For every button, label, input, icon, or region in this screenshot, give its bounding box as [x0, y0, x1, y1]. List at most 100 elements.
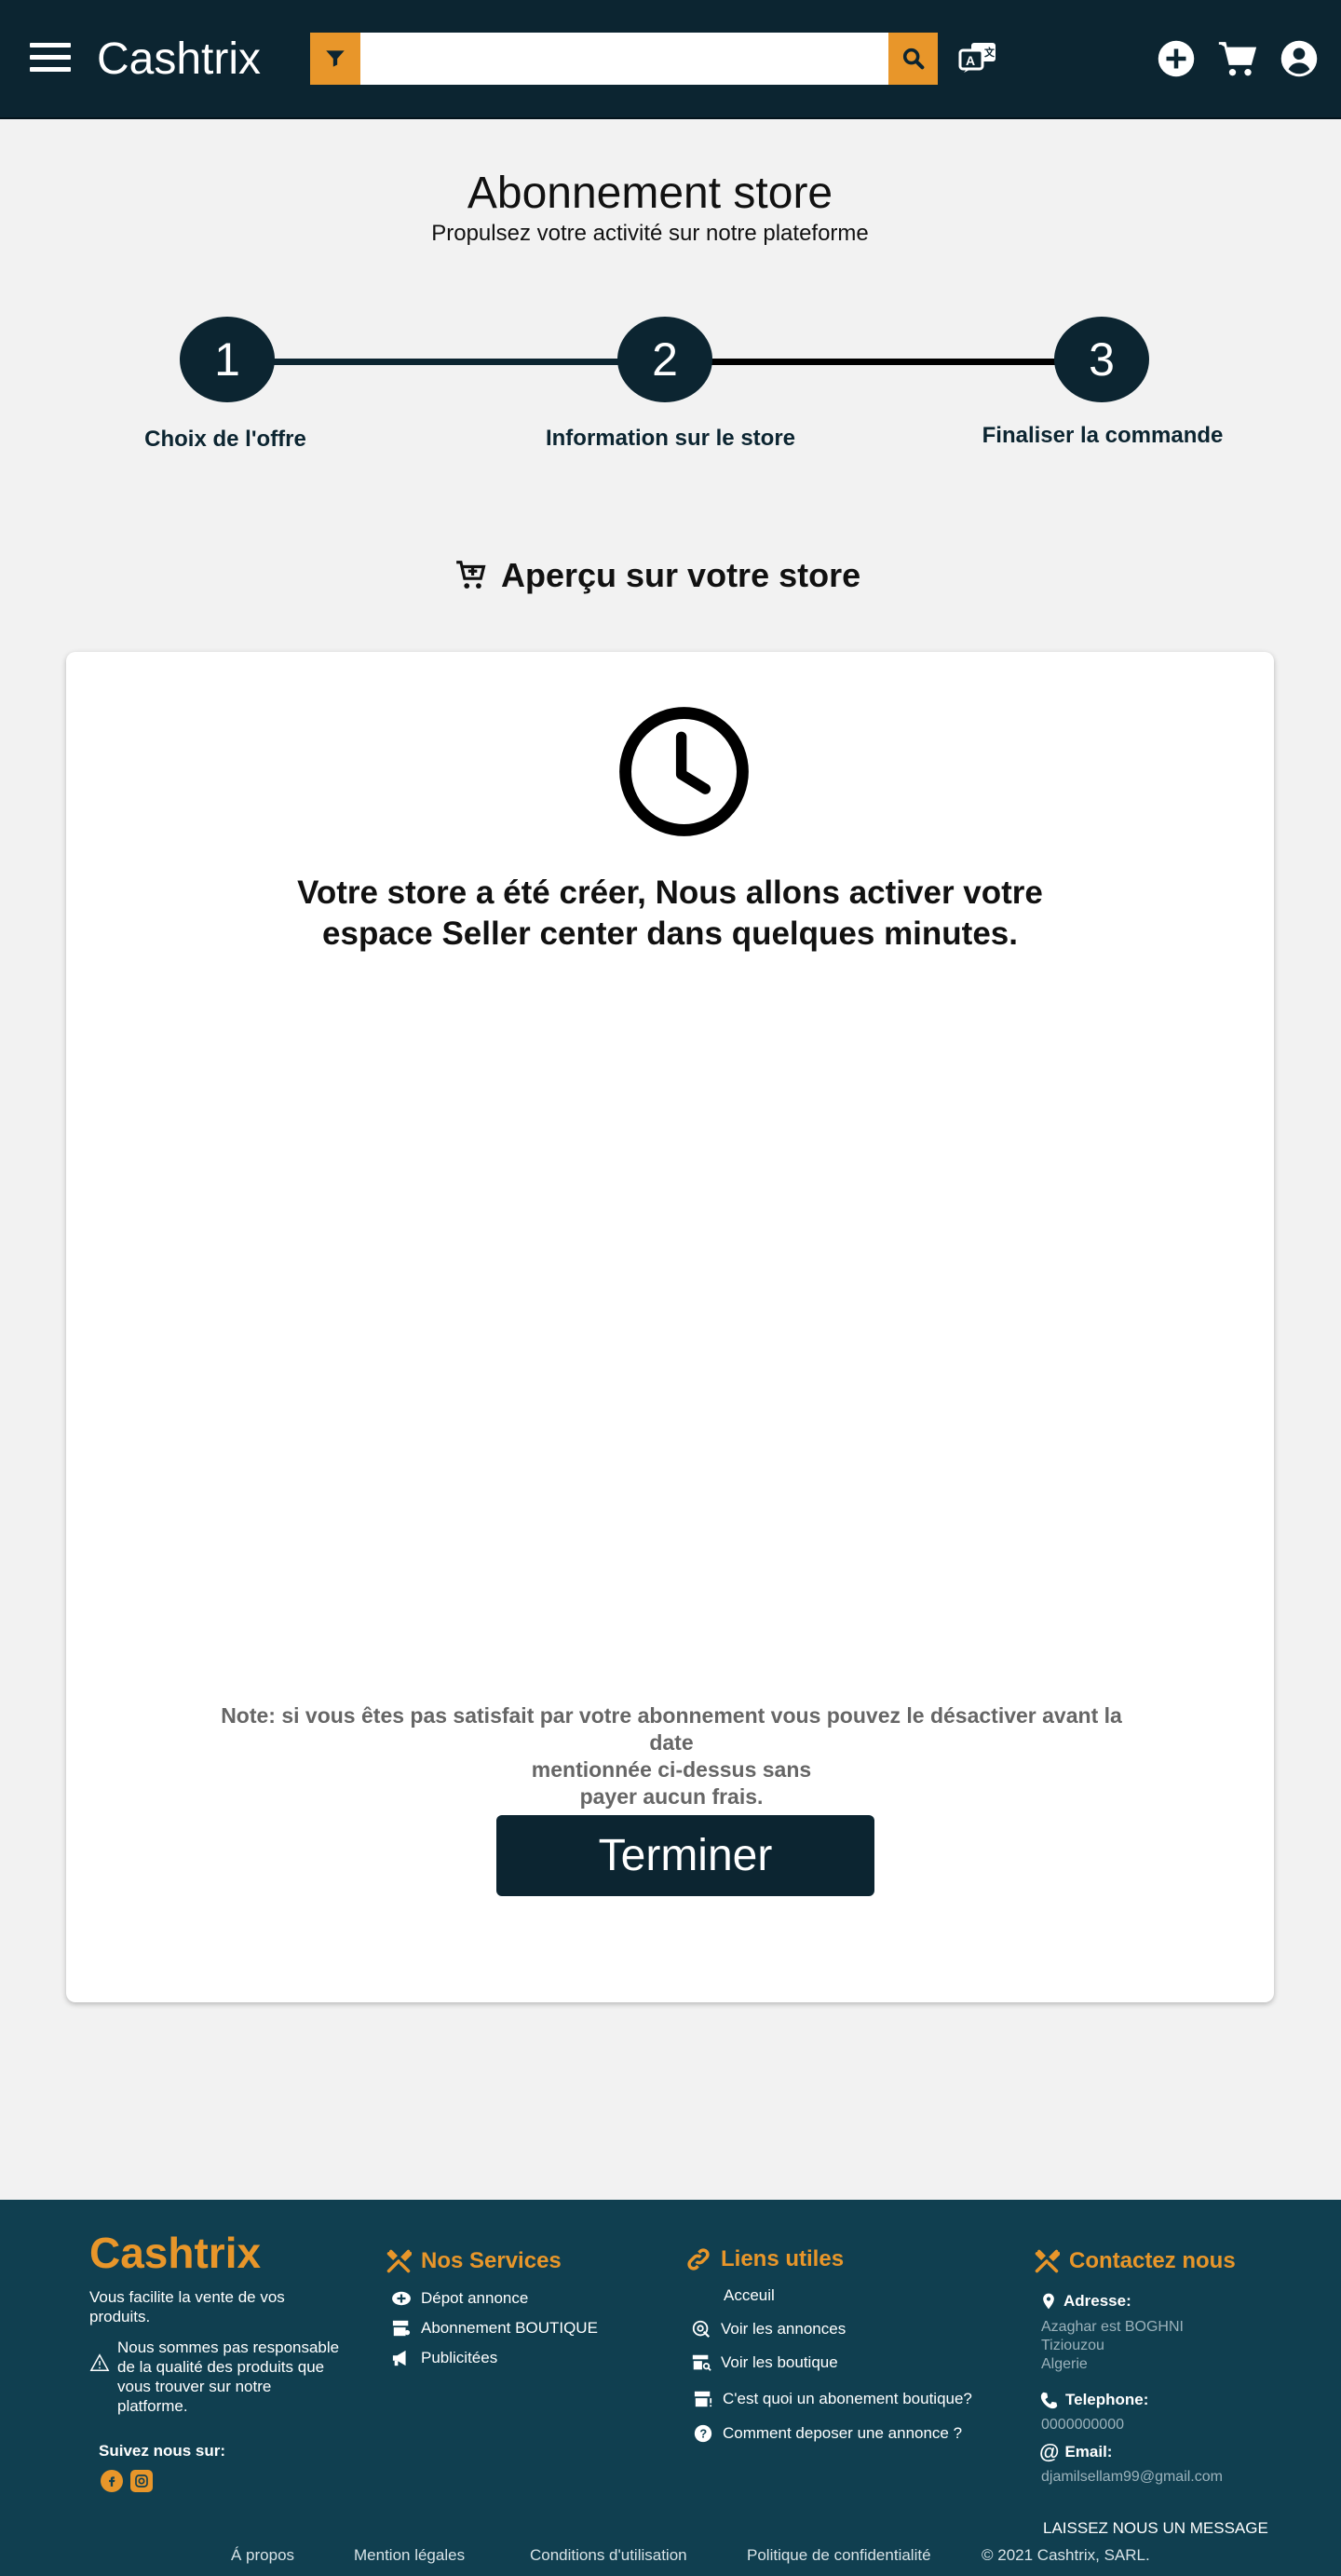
address-label: Adresse:: [1039, 2291, 1131, 2312]
phone-value: 0000000000: [1041, 2417, 1124, 2433]
link-label: Acceuil: [724, 2286, 775, 2304]
phone-icon: [1040, 2392, 1058, 2409]
top-navbar: Cashtrix A 文: [0, 0, 1341, 119]
help-circle-icon: ?: [694, 2424, 712, 2443]
location-pin-icon: [1043, 2293, 1054, 2310]
link-acceuil[interactable]: Acceuil: [724, 2286, 775, 2305]
footer-link-privacy[interactable]: Politique de confidentialité: [747, 2546, 931, 2565]
step-3-label: Finaliser la commande: [982, 423, 1224, 448]
service-abonnement-boutique[interactable]: Abonnement BOUTIQUE: [391, 2319, 598, 2338]
phone-label: Telephone:: [1039, 2390, 1148, 2410]
service-depot-annonce[interactable]: Dépot annonce: [391, 2289, 528, 2308]
section-heading-text: Aperçu sur votre store: [501, 556, 861, 594]
services-title-text: Nos Services: [421, 2248, 562, 2273]
footer-disclaimer: Nous sommes pas responsable de la qualit…: [89, 2338, 341, 2416]
footer-brand[interactable]: Cashtrix: [89, 2228, 261, 2278]
svg-text:?: ?: [699, 2427, 707, 2441]
link-label: Voir les boutique: [721, 2353, 838, 2371]
add-circle-icon: [392, 2291, 411, 2306]
tools-icon: [1035, 2249, 1060, 2273]
link-label: C'est quoi un abonement boutique?: [723, 2390, 972, 2407]
email-value[interactable]: djamilsellam99@gmail.com: [1041, 2468, 1223, 2487]
search-icon: [902, 47, 924, 70]
follow-label: Suivez nous sur:: [99, 2442, 226, 2460]
link-label: Voir les annonces: [721, 2320, 847, 2338]
footer-link-about[interactable]: Á propos: [231, 2546, 294, 2565]
translate-button[interactable]: A 文: [957, 39, 998, 76]
cart-plus-icon: [456, 561, 486, 589]
at-icon: @: [1039, 2440, 1060, 2463]
translate-icon: A 文: [958, 43, 996, 73]
address-line-1: Azaghar est BOGHNI: [1041, 2319, 1184, 2335]
site-logo[interactable]: Cashtrix: [97, 34, 261, 85]
cancellation-note: Note: si vous êtes pas satisfait par vot…: [206, 1702, 1137, 1810]
contact-title: Contactez nous: [1034, 2248, 1236, 2274]
address-line-3: Algerie: [1041, 2356, 1088, 2372]
clock-icon: [619, 707, 749, 836]
links-title-text: Liens utiles: [721, 2246, 845, 2271]
account-button[interactable]: [1278, 37, 1321, 80]
instagram-icon[interactable]: [130, 2470, 153, 2492]
message-line-1: Votre store a été créer, Nous allons act…: [297, 874, 1043, 911]
step-2-label: Information sur le store: [545, 426, 796, 451]
social-links: [101, 2470, 153, 2492]
footer-link-terms[interactable]: Conditions d'utilisation: [530, 2546, 687, 2565]
address-line-2: Tiziouzou: [1041, 2338, 1104, 2353]
radar-search-icon: [692, 2320, 711, 2339]
page-subtitle: Propulsez votre activité sur notre plate…: [431, 221, 869, 246]
step-2-circle: 2: [617, 317, 712, 402]
link-voir-annonces[interactable]: Voir les annonces: [691, 2319, 846, 2339]
search-button[interactable]: [888, 33, 938, 85]
service-label: Dépot annonce: [421, 2289, 529, 2307]
link-abonement-info[interactable]: C'est quoi un abonement boutique?: [693, 2390, 972, 2408]
cart-icon: [1218, 42, 1257, 76]
section-heading: Aperçu sur votre store: [453, 555, 860, 596]
plus-circle-icon: [1158, 40, 1195, 77]
warning-icon: [89, 2353, 110, 2371]
store-info-icon: [694, 2391, 712, 2407]
cart-button[interactable]: [1216, 37, 1259, 80]
link-deposer-annonce[interactable]: ? Comment deposer une annonce ?: [693, 2423, 962, 2444]
footer-copyright: © 2021 Cashtrix, SARL.: [982, 2546, 1150, 2564]
contact-title-text: Contactez nous: [1069, 2248, 1236, 2273]
link-voir-boutique[interactable]: Voir les boutique: [691, 2352, 838, 2373]
megaphone-icon: [392, 2350, 406, 2366]
note-line-2: mentionnée ci-dessus sans: [531, 1757, 812, 1782]
step-1-label: Choix de l'offre: [144, 427, 306, 452]
user-circle-icon: [1280, 40, 1318, 77]
note-line-3: payer aucun frais.: [579, 1784, 764, 1809]
disclaimer-text: Nous sommes pas responsable de la qualit…: [117, 2339, 340, 2415]
svg-text:A: A: [966, 53, 975, 68]
address-value: Azaghar est BOGHNI Tiziouzou Algerie: [1041, 2318, 1184, 2374]
menu-icon[interactable]: [30, 43, 71, 73]
footer: Cashtrix Vous facilite la vente de vos p…: [0, 2200, 1341, 2576]
links-title: Liens utiles: [685, 2246, 844, 2272]
note-line-1: Note: si vous êtes pas satisfait par vot…: [221, 1703, 1122, 1755]
filter-button[interactable]: [310, 33, 360, 85]
add-button[interactable]: [1155, 37, 1198, 80]
phone-label-text: Telephone:: [1065, 2391, 1149, 2408]
services-title: Nos Services: [386, 2248, 562, 2274]
filter-icon: [326, 50, 345, 67]
search-input[interactable]: [360, 33, 888, 85]
email-label-text: Email:: [1064, 2443, 1113, 2461]
step-connector-pending: [710, 359, 1056, 365]
footer-tagline: Vous facilite la vente de vos produits.: [89, 2288, 285, 2325]
finish-button[interactable]: Terminer: [496, 1815, 874, 1896]
leave-message-link[interactable]: LAISSEZ NOUS UN MESSAGE: [1043, 2519, 1268, 2538]
footer-link-legal[interactable]: Mention légales: [354, 2546, 465, 2565]
store-icon: [392, 2320, 411, 2337]
email-label: @ Email:: [1039, 2440, 1112, 2464]
link-label: Comment deposer une annonce ?: [723, 2424, 963, 2442]
facebook-icon[interactable]: [101, 2470, 123, 2492]
message-line-2: espace Seller center dans quelques minut…: [322, 915, 1018, 952]
service-label: Abonnement BOUTIQUE: [421, 2319, 598, 2337]
store-search-icon: [692, 2354, 711, 2371]
step-3-circle: 3: [1054, 317, 1149, 402]
service-publicites[interactable]: Publicitées: [391, 2349, 497, 2367]
step-connector-done: [272, 359, 618, 365]
confirmation-card: Votre store a été créer, Nous allons act…: [66, 652, 1274, 2002]
tools-icon: [386, 2249, 412, 2273]
confirmation-message: Votre store a été créer, Nous allons act…: [66, 873, 1274, 955]
service-label: Publicitées: [421, 2349, 498, 2366]
